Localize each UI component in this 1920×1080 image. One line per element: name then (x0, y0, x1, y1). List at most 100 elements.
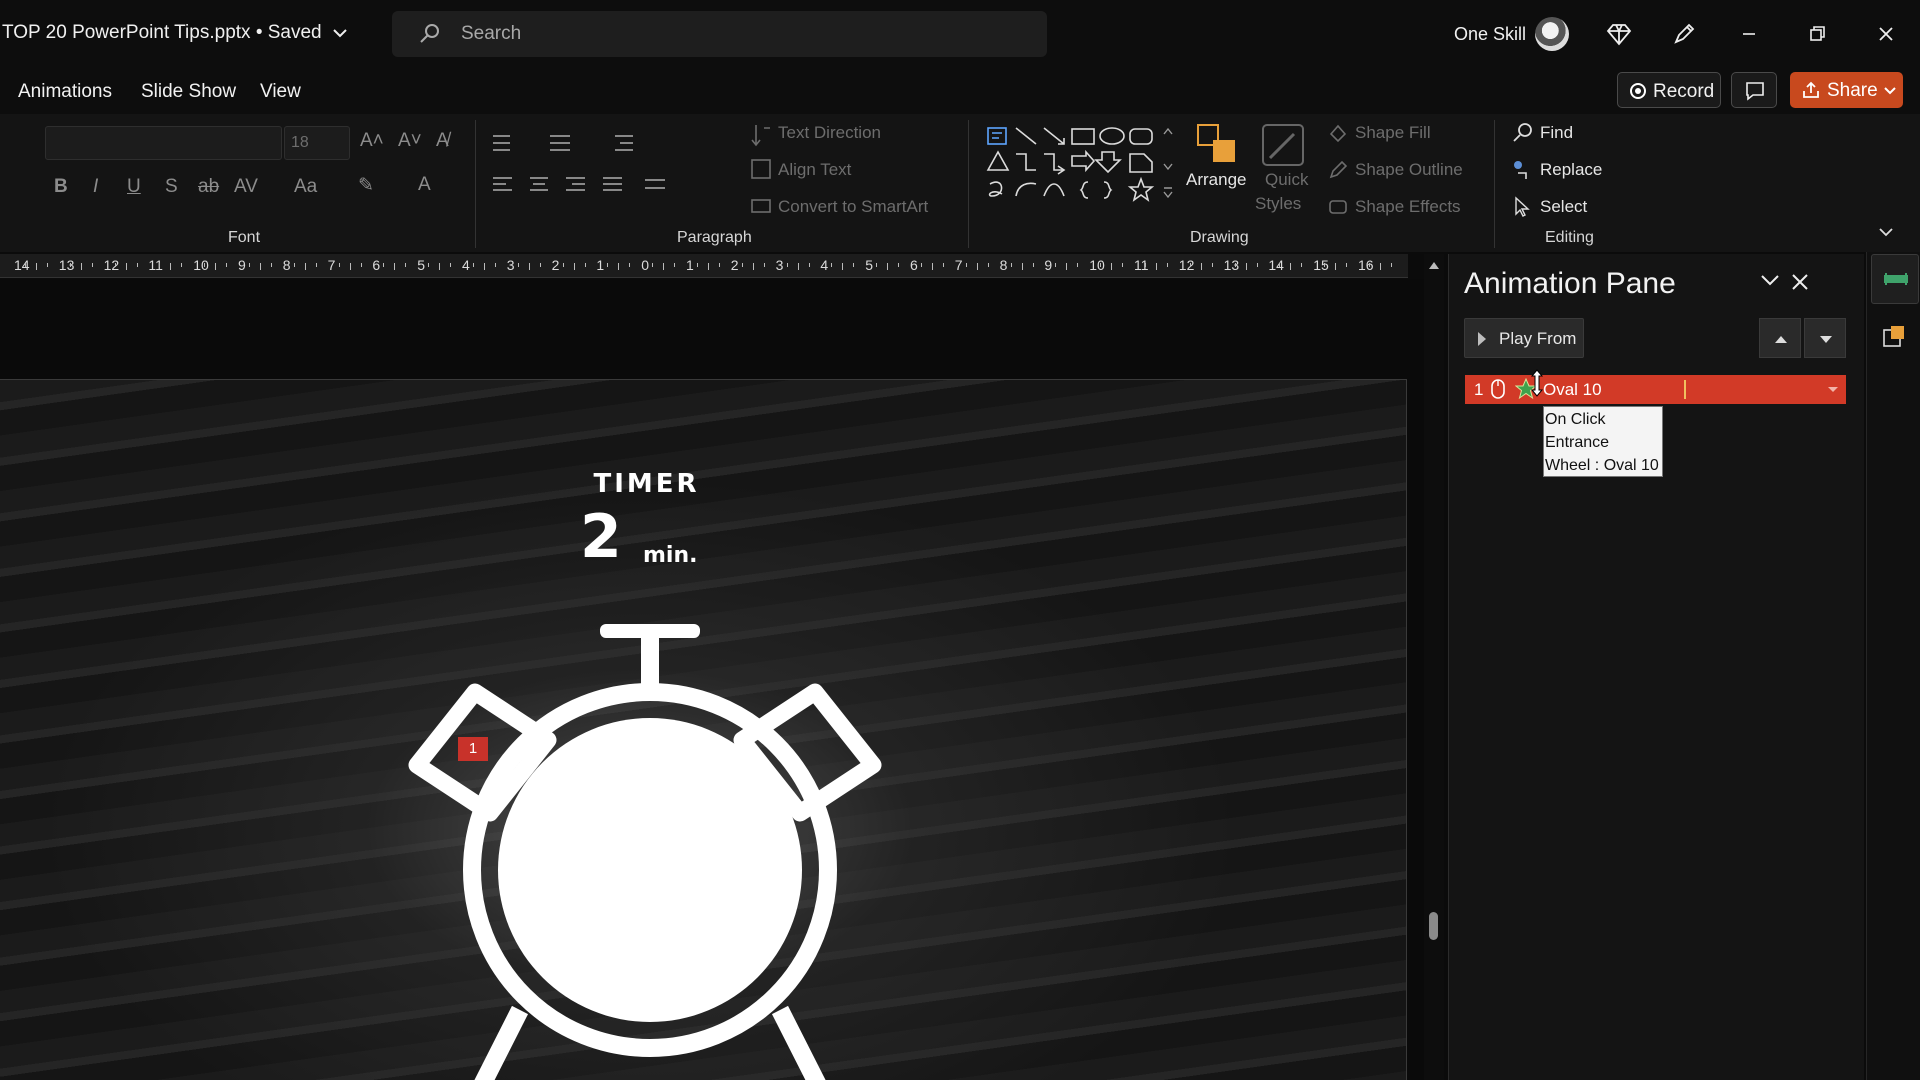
highlight-icon[interactable]: ✎ (358, 174, 374, 197)
shapes-gallery[interactable] (984, 124, 1176, 222)
shape-fill-button[interactable]: Shape Fill (1355, 123, 1431, 143)
ruler-tick (293, 263, 295, 267)
animation-tooltip: On Click Entrance Wheel : Oval 10 (1543, 406, 1663, 477)
pen-icon[interactable] (1670, 20, 1698, 48)
ribbon-tabs: Animations Slide Show View Record Share (0, 70, 1920, 114)
avatar[interactable] (1535, 17, 1569, 51)
shape-outline-button[interactable]: Shape Outline (1355, 160, 1463, 180)
scroll-thumb[interactable] (1429, 912, 1438, 940)
record-button[interactable]: Record (1617, 72, 1721, 108)
animation-list-item[interactable]: 1 Oval 10 (1465, 375, 1846, 404)
ruler-tick (652, 263, 654, 267)
account-name[interactable]: One Skill (1454, 24, 1526, 45)
slide-title[interactable]: TIMER (0, 469, 1293, 499)
list-indent-icons[interactable] (490, 132, 660, 156)
tooltip-effect-type: Entrance (1545, 434, 1610, 451)
share-button[interactable]: Share (1790, 72, 1903, 108)
document-title[interactable]: TOP 20 PowerPoint Tips.pptx • Saved (2, 22, 347, 44)
animation-pane-toggle[interactable] (1871, 254, 1919, 304)
tooltip-trigger: On Click (1545, 411, 1606, 428)
comments-button[interactable] (1731, 72, 1777, 108)
pane-options-chevron-icon[interactable] (1760, 274, 1780, 288)
ruler-tick (618, 263, 620, 270)
shrink-font-icon[interactable]: A˅ (398, 130, 422, 152)
ruler-tick (125, 263, 127, 270)
document-title-text: TOP 20 PowerPoint Tips.pptx • Saved (2, 22, 322, 43)
text-direction-button[interactable]: Text Direction (778, 123, 881, 143)
comment-icon (1746, 82, 1764, 101)
diamond-icon[interactable] (1605, 20, 1633, 48)
timing-bar[interactable] (1684, 380, 1686, 399)
selection-pane-icon[interactable] (1881, 324, 1907, 350)
change-case-button[interactable]: Aa (294, 176, 317, 198)
strikethrough-button[interactable]: ab (198, 176, 219, 198)
ruler-tick (271, 263, 272, 267)
ruler-number: 14 (14, 257, 30, 273)
ruler-tick (786, 263, 788, 267)
slide-canvas[interactable]: TIMER 2 min. 1 (0, 379, 1407, 1080)
close-icon[interactable] (1872, 20, 1900, 48)
quick-styles-label-2[interactable]: Styles (1255, 194, 1301, 214)
clear-format-icon[interactable]: A̸ (436, 130, 449, 152)
item-dropdown-icon[interactable] (1827, 386, 1839, 394)
collapse-ribbon-icon[interactable] (1878, 226, 1894, 238)
align-text-button[interactable]: Align Text (778, 160, 851, 180)
align-text-icon (751, 159, 771, 179)
play-from-label: Play From (1499, 329, 1577, 348)
ruler-number: 4 (462, 257, 470, 273)
animation-order-tag[interactable]: 1 (458, 737, 488, 761)
restore-icon[interactable] (1803, 20, 1831, 48)
shape-effects-button[interactable]: Shape Effects (1355, 197, 1461, 217)
ruler-number: 10 (1089, 257, 1105, 273)
underline-button[interactable]: U (127, 176, 141, 198)
arrange-button[interactable]: Arrange (1186, 170, 1246, 190)
move-later-button[interactable] (1804, 318, 1846, 358)
ruler-tick (1021, 263, 1023, 270)
tab-view[interactable]: View (260, 81, 301, 103)
move-earlier-button[interactable] (1759, 318, 1801, 358)
char-spacing-button[interactable]: AV (234, 176, 258, 198)
chevron-down-icon[interactable] (1884, 87, 1896, 95)
find-button[interactable]: Find (1540, 123, 1573, 143)
ruler-tick (1111, 263, 1113, 270)
replace-button[interactable]: Replace (1540, 160, 1602, 180)
ruler-number: 10 (193, 257, 209, 273)
play-from-button[interactable]: Play From (1464, 318, 1584, 358)
timer-number[interactable]: 2 (580, 502, 622, 572)
select-button[interactable]: Select (1540, 197, 1587, 217)
ruler-number: 9 (238, 257, 246, 273)
ruler-number: 6 (910, 257, 918, 273)
font-name-box[interactable] (45, 126, 282, 160)
shadow-button[interactable]: S (165, 176, 178, 198)
bold-button[interactable]: B (54, 176, 68, 198)
ruler-tick (1156, 263, 1157, 270)
search-input[interactable]: Search (392, 11, 1047, 57)
convert-smartart-button[interactable]: Convert to SmartArt (778, 197, 928, 217)
search-placeholder: Search (461, 23, 522, 44)
ruler-tick (573, 263, 575, 270)
ruler-tick (1010, 263, 1012, 267)
alignment-icons[interactable] (490, 174, 680, 198)
pane-close-icon[interactable] (1790, 272, 1810, 292)
group-divider (1494, 120, 1495, 248)
pencil-icon (1329, 160, 1348, 179)
ruler-tick (562, 263, 564, 267)
grow-font-icon[interactable]: A˄ (360, 130, 384, 152)
pane-switcher-strip (1866, 252, 1920, 1080)
italic-button[interactable]: I (93, 176, 98, 198)
ruler-tick (36, 263, 37, 270)
minimize-icon[interactable] (1735, 20, 1763, 48)
animation-pane-icon (1884, 273, 1908, 285)
font-size-box[interactable]: 18 (284, 126, 350, 160)
font-color-button[interactable]: A (418, 174, 431, 196)
ruler-tick (25, 263, 26, 267)
tab-slide-show[interactable]: Slide Show (141, 81, 236, 103)
alarm-clock-icon[interactable] (400, 610, 900, 1080)
ruler-tick (528, 263, 530, 270)
vertical-scrollbar[interactable] (1424, 254, 1444, 1080)
scroll-up-icon[interactable] (1428, 260, 1440, 270)
quick-styles-label-1[interactable]: Quick (1265, 170, 1308, 190)
ruler-tick (932, 263, 933, 270)
tab-animations[interactable]: Animations (18, 81, 112, 103)
timer-unit[interactable]: min. (643, 543, 697, 568)
